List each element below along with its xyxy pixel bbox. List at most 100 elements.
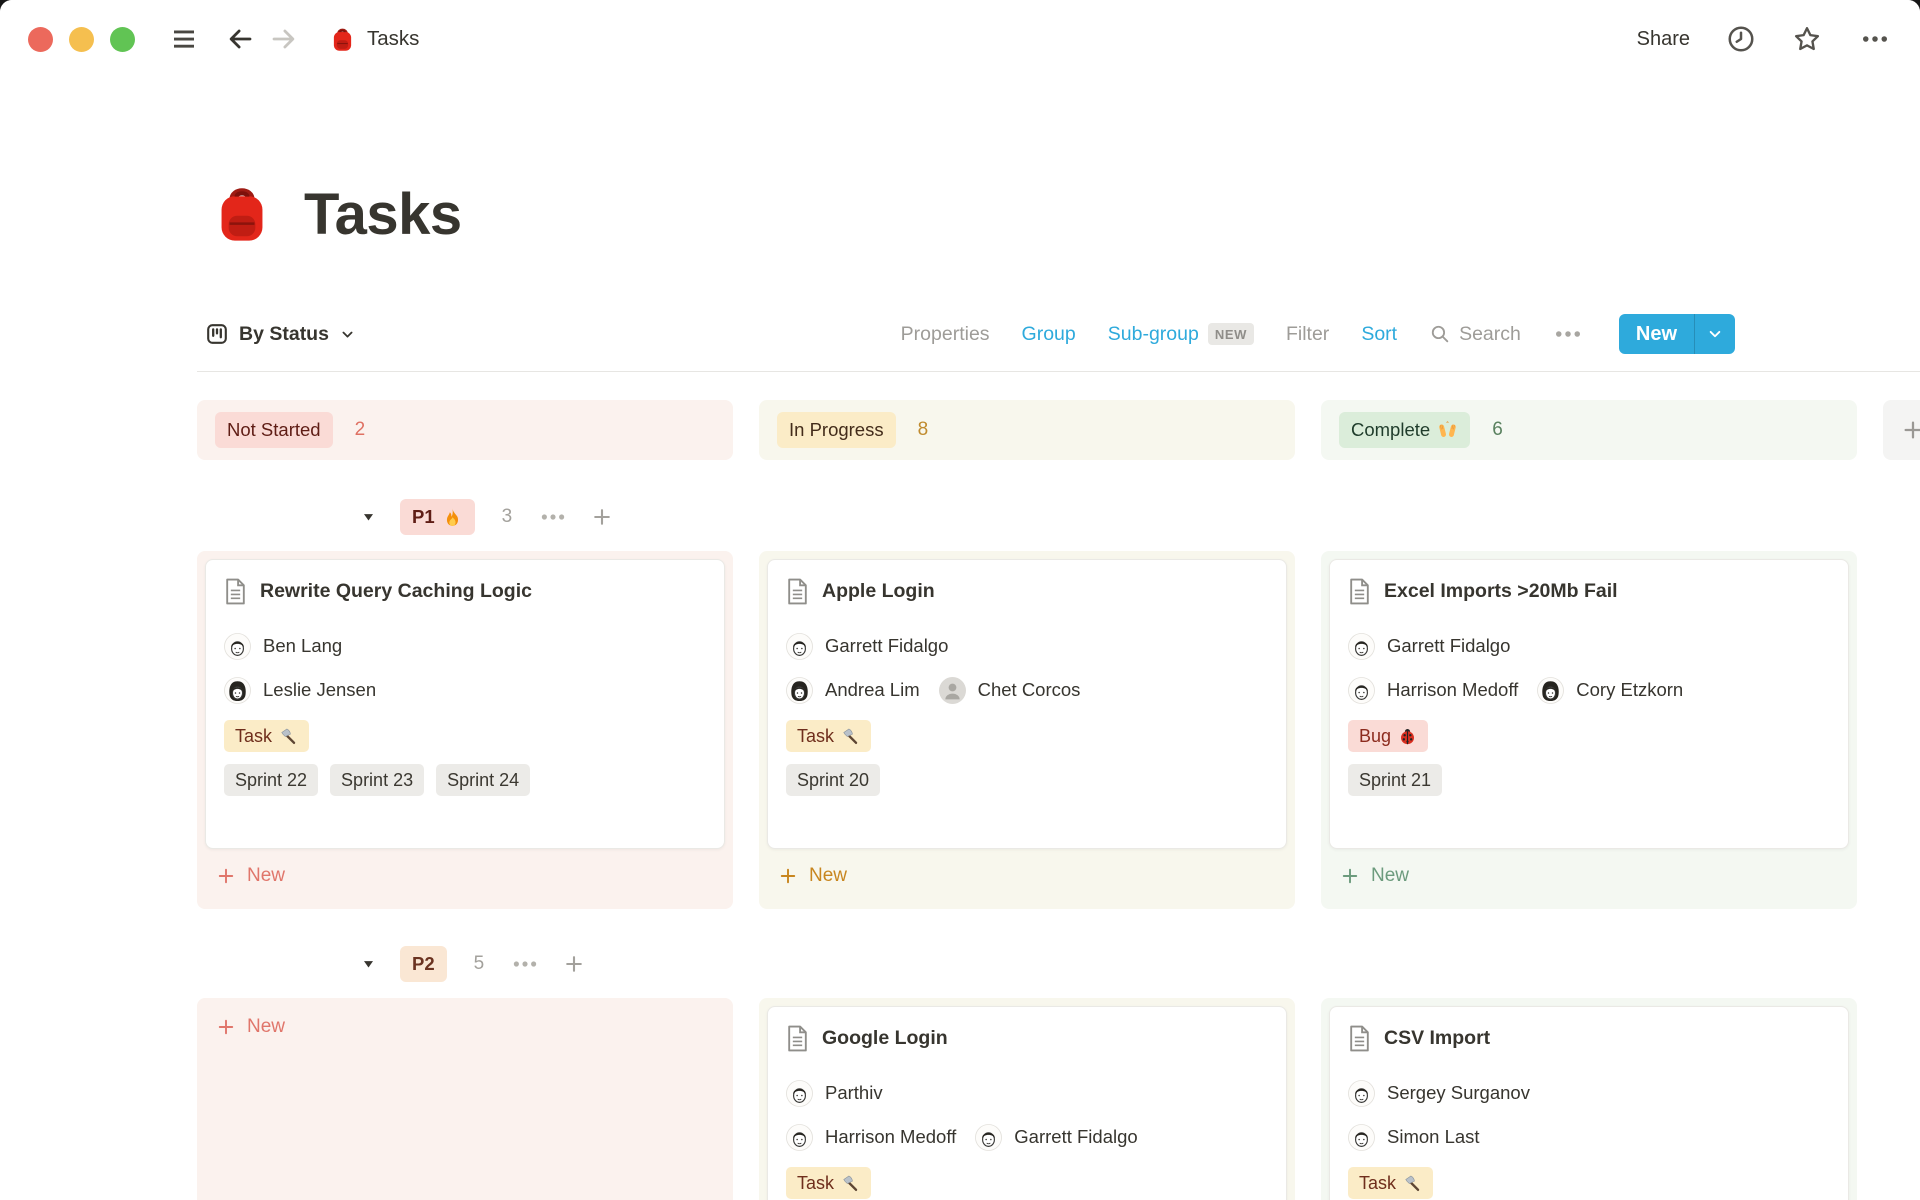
column-header-in-progress: In Progress 8 [759,400,1295,460]
tag-task: Task [224,720,309,752]
assignee-row: Garrett Fidalgo [786,624,1268,668]
task-card[interactable]: Apple Login Garrett Fidalgo Andrea Lim [767,559,1287,849]
new-card-button[interactable]: New [767,855,1287,897]
sidebar-toggle-icon[interactable] [169,24,199,54]
zoom-window-button[interactable] [110,27,135,52]
tag-sprint: Sprint 24 [436,764,530,796]
page-icon-backpack[interactable] [210,182,274,246]
close-window-button[interactable] [28,27,53,52]
avatar [975,1124,1002,1151]
task-card[interactable]: Excel Imports >20Mb Fail Garrett Fidalgo… [1329,559,1849,849]
tag-sprint: Sprint 22 [224,764,318,796]
avatar [224,677,251,704]
column-header-complete: Complete 6 [1321,400,1857,460]
avatar [224,633,251,660]
toolbar-divider [197,371,1920,372]
forward-arrow-icon[interactable] [269,24,299,54]
task-card[interactable]: Rewrite Query Caching Logic Ben Lang Les… [205,559,725,849]
filter-button[interactable]: Filter [1286,323,1329,346]
group-header-p2: P2 5 [361,941,1920,987]
share-button[interactable]: Share [1637,28,1690,51]
view-toolbar: By Status Properties Group Sub-group NEW… [205,306,1735,362]
section-p1-not-started: Rewrite Query Caching Logic Ben Lang Les… [197,551,733,909]
column-count: 6 [1492,419,1503,441]
new-button-dropdown[interactable] [1694,314,1735,354]
section-p2-in-progress: Google Login Parthiv Harrison Medoff [759,998,1295,1200]
hammer-icon [841,727,860,746]
task-card[interactable]: CSV Import Sergey Surganov Simon Last [1329,1006,1849,1200]
more-options-icon[interactable] [1858,24,1892,54]
group-pill-p2[interactable]: P2 [400,946,447,982]
collapse-triangle-icon[interactable] [361,510,376,525]
plus-icon [215,1016,237,1038]
group-pill-p1[interactable]: P1 [400,499,475,535]
assignee-row: Harrison Medoff Cory Etzkorn [1348,668,1830,712]
status-pill-in-progress[interactable]: In Progress [777,412,896,448]
group-options-icon[interactable] [539,503,567,531]
status-pill-complete[interactable]: Complete [1339,412,1470,448]
new-button[interactable]: New [1619,314,1694,354]
assignee: Chet Corcos [939,677,1081,704]
new-card-button[interactable]: New [205,1006,725,1048]
new-card-button[interactable]: New [1329,855,1849,897]
tag-sprint: Sprint 21 [1348,764,1442,796]
card-title: Excel Imports >20Mb Fail [1384,580,1618,603]
kanban-board: Not Started 2 In Progress 8 Complete 6 P… [197,400,1920,1200]
collapse-triangle-icon[interactable] [361,957,376,972]
view-selector[interactable]: By Status [205,322,356,346]
group-count: 5 [474,953,485,975]
chevron-down-icon [339,326,356,343]
status-label: Not Started [227,419,321,441]
column-count: 8 [918,419,929,441]
assignee-row: Parthiv [786,1071,1268,1115]
group-label: P1 [412,506,435,528]
search-button[interactable]: Search [1429,323,1521,346]
subgroup-button[interactable]: Sub-group NEW [1108,323,1254,346]
add-column-button[interactable] [1883,400,1920,460]
group-add-icon[interactable] [590,505,614,529]
assignee-row: Andrea Lim Chet Corcos [786,668,1268,712]
plus-icon [215,865,237,887]
fire-icon [442,507,463,528]
assignee-row: Ben Lang [224,624,706,668]
page-icon [1348,1025,1371,1052]
updates-clock-icon[interactable] [1726,24,1756,54]
breadcrumb[interactable]: Tasks [329,26,419,53]
page-title[interactable]: Tasks [304,181,462,248]
avatar [939,677,966,704]
minimize-window-button[interactable] [69,27,94,52]
sort-button[interactable]: Sort [1361,323,1397,346]
view-name: By Status [239,323,329,346]
status-pill-not-started[interactable]: Not Started [215,412,333,448]
tag-sprint: Sprint 20 [786,764,880,796]
view-more-options-icon[interactable] [1553,319,1583,349]
properties-button[interactable]: Properties [901,323,990,346]
assignee: Leslie Jensen [224,677,376,704]
task-card[interactable]: Google Login Parthiv Harrison Medoff [767,1006,1287,1200]
page-header: Tasks [210,168,1920,260]
new-card-button[interactable]: New [205,855,725,897]
group-button[interactable]: Group [1022,323,1076,346]
page-icon [786,1025,809,1052]
assignee: Simon Last [1348,1124,1480,1151]
card-title: CSV Import [1384,1027,1490,1050]
card-title: Apple Login [822,580,935,603]
tag-bug: Bug [1348,720,1428,752]
section-p1-complete: Excel Imports >20Mb Fail Garrett Fidalgo… [1321,551,1857,909]
status-label: Complete [1351,419,1430,441]
favorite-star-icon[interactable] [1792,24,1822,54]
section-p2-not-started: New [197,998,733,1200]
group-add-icon[interactable] [562,952,586,976]
search-label: Search [1459,323,1521,346]
tag-task: Task [1348,1167,1433,1199]
avatar [1348,1080,1375,1107]
assignee-row: Leslie Jensen [224,668,706,712]
assignee: Parthiv [786,1080,883,1107]
subgroup-label: Sub-group [1108,323,1199,346]
assignee: Harrison Medoff [786,1124,956,1151]
group-options-icon[interactable] [511,950,539,978]
avatar [786,633,813,660]
avatar [786,1124,813,1151]
back-arrow-icon[interactable] [225,24,255,54]
assignee: Garrett Fidalgo [975,1124,1137,1151]
